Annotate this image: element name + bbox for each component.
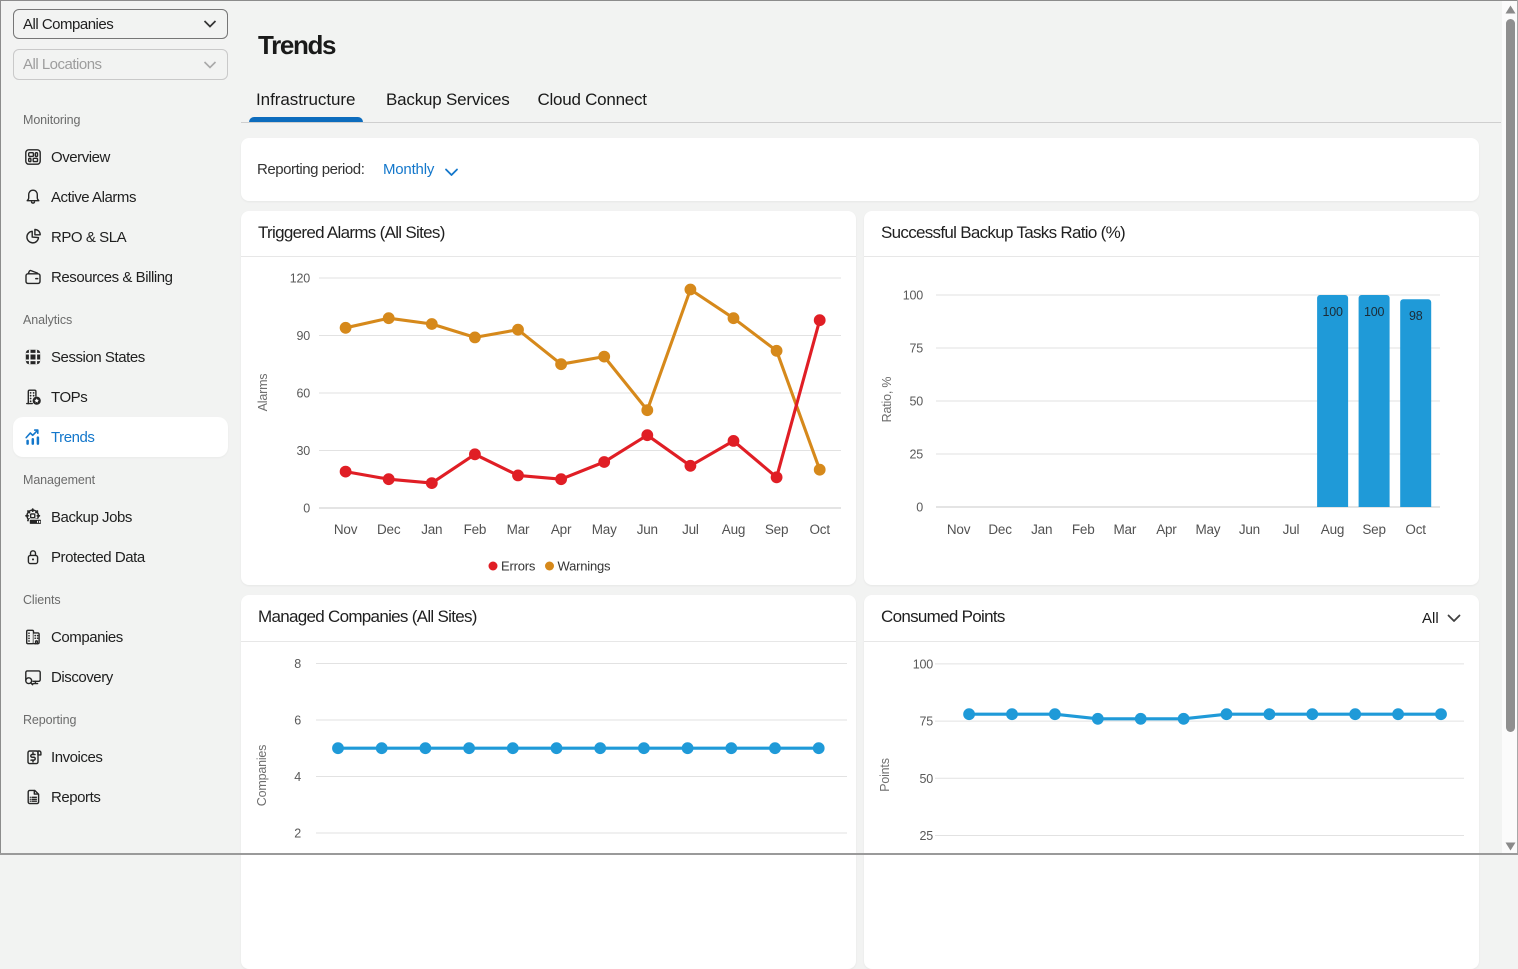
- svg-text:60: 60: [296, 386, 310, 400]
- svg-text:25: 25: [919, 829, 933, 843]
- svg-text:75: 75: [909, 341, 923, 355]
- svg-text:Aug: Aug: [1321, 522, 1344, 537]
- svg-text:Nov: Nov: [334, 522, 358, 537]
- svg-text:Apr: Apr: [551, 522, 572, 537]
- svg-text:2: 2: [294, 826, 301, 840]
- svg-text:100: 100: [1322, 305, 1343, 319]
- svg-text:Sep: Sep: [1362, 522, 1385, 537]
- svg-text:25: 25: [909, 447, 923, 461]
- svg-text:Nov: Nov: [947, 522, 971, 537]
- svg-text:100: 100: [1364, 305, 1385, 319]
- svg-text:Feb: Feb: [1072, 522, 1095, 537]
- svg-text:98: 98: [1409, 309, 1423, 323]
- svg-text:Dec: Dec: [377, 522, 401, 537]
- svg-text:Mar: Mar: [507, 522, 530, 537]
- svg-text:Sep: Sep: [765, 522, 788, 537]
- svg-text:Jun: Jun: [637, 522, 658, 537]
- svg-text:Errors: Errors: [501, 558, 536, 573]
- svg-text:Warnings: Warnings: [558, 558, 612, 573]
- svg-text:0: 0: [916, 500, 923, 514]
- svg-text:0: 0: [303, 501, 310, 515]
- svg-text:Jan: Jan: [1031, 522, 1052, 537]
- svg-text:Companies: Companies: [255, 744, 269, 805]
- svg-text:Jul: Jul: [682, 522, 699, 537]
- svg-text:Oct: Oct: [809, 522, 830, 537]
- svg-text:Feb: Feb: [464, 522, 487, 537]
- svg-text:6: 6: [294, 713, 301, 727]
- svg-text:May: May: [1195, 522, 1220, 537]
- svg-text:100: 100: [903, 288, 924, 302]
- svg-text:Ratio, %: Ratio, %: [880, 376, 894, 422]
- svg-text:8: 8: [294, 657, 301, 671]
- svg-text:30: 30: [296, 443, 310, 457]
- svg-text:Mar: Mar: [1113, 522, 1136, 537]
- svg-text:90: 90: [296, 328, 310, 342]
- svg-text:May: May: [592, 522, 617, 537]
- svg-text:Dec: Dec: [988, 522, 1012, 537]
- svg-text:4: 4: [294, 770, 301, 784]
- svg-text:Aug: Aug: [722, 522, 745, 537]
- svg-text:Oct: Oct: [1405, 522, 1426, 537]
- svg-text:120: 120: [290, 271, 311, 285]
- svg-text:Points: Points: [878, 758, 892, 792]
- svg-text:75: 75: [919, 714, 933, 728]
- svg-text:100: 100: [913, 657, 934, 671]
- svg-text:50: 50: [909, 394, 923, 408]
- svg-text:50: 50: [919, 771, 933, 785]
- svg-text:Jan: Jan: [421, 522, 442, 537]
- svg-text:Alarms: Alarms: [256, 373, 270, 411]
- svg-text:Apr: Apr: [1156, 522, 1177, 537]
- svg-text:Jul: Jul: [1283, 522, 1300, 537]
- svg-text:Jun: Jun: [1239, 522, 1260, 537]
